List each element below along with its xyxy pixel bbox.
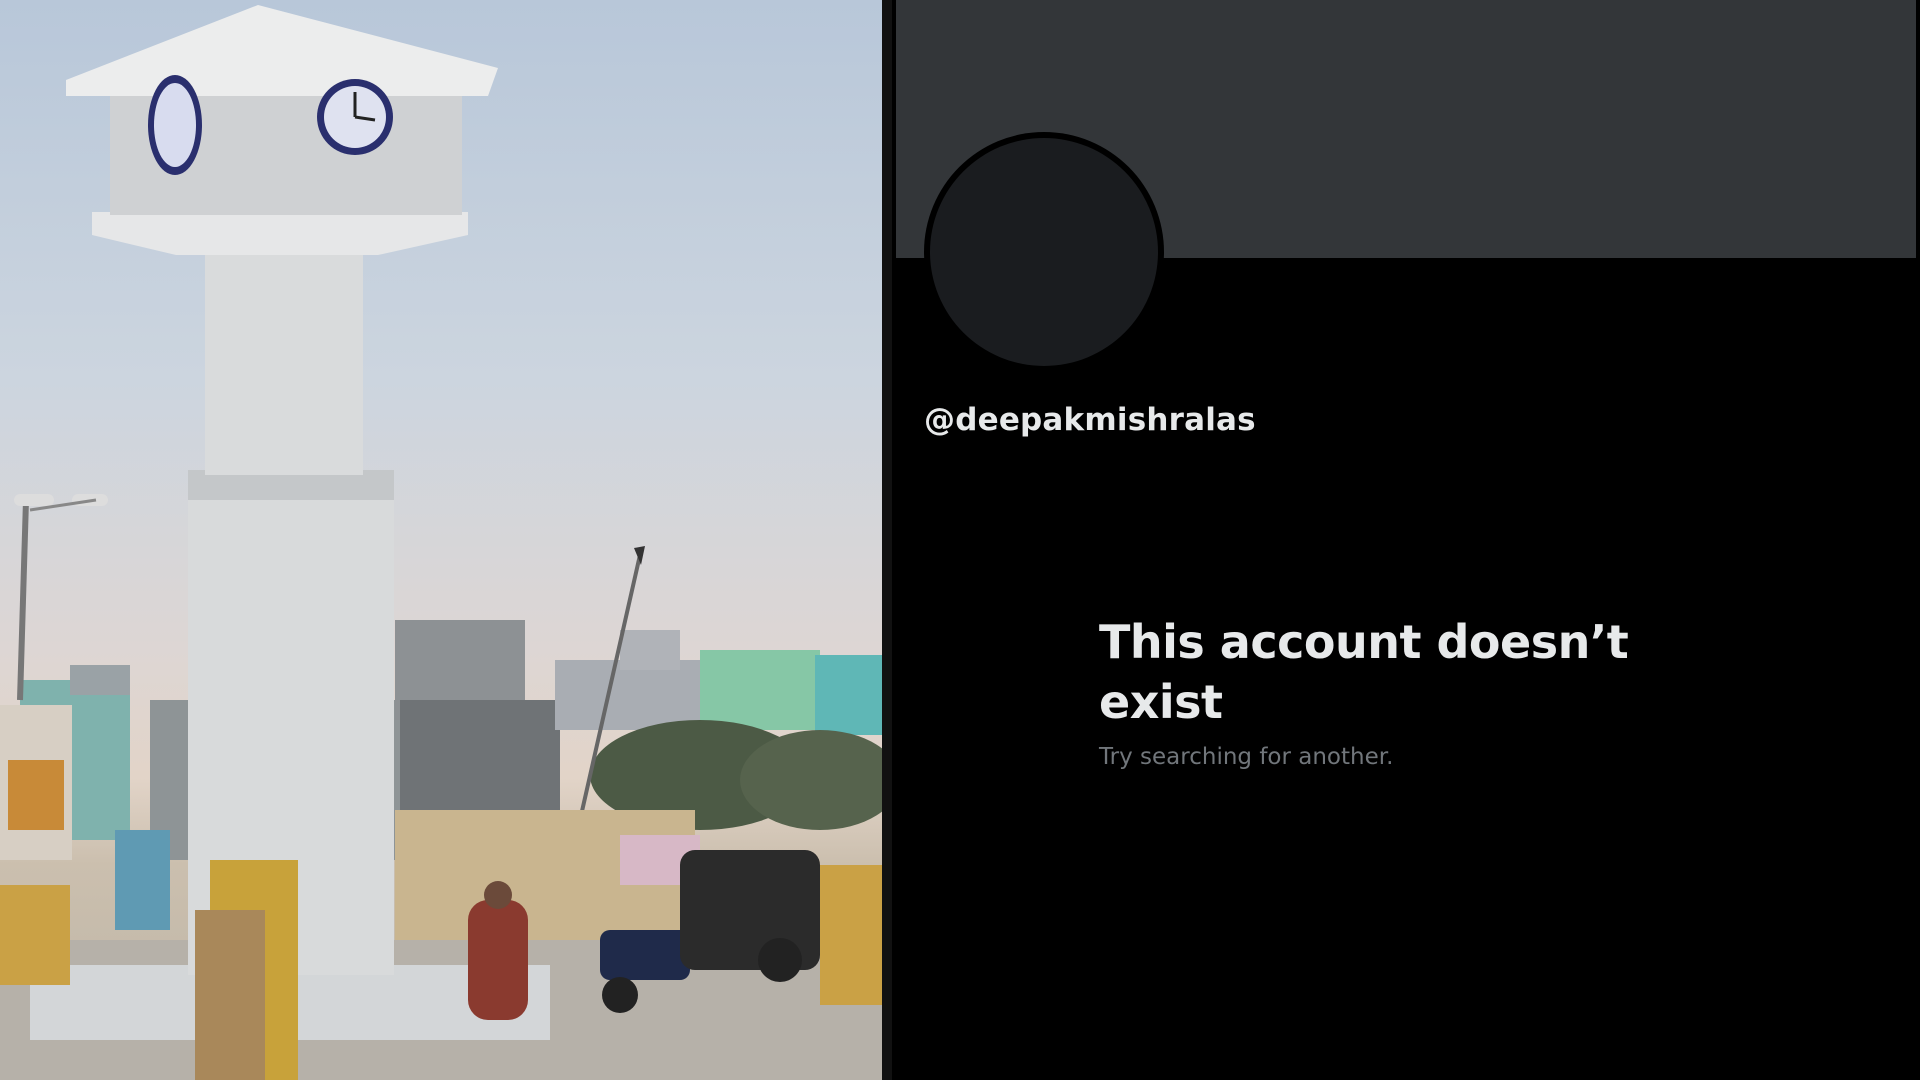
empty-state-title: This account doesn’t exist — [1099, 615, 1629, 729]
profile-avatar — [924, 132, 1164, 372]
empty-state-subtitle: Try searching for another. — [1099, 744, 1394, 770]
avatar-placeholder — [930, 138, 1158, 366]
empty-state: This account doesn’t exist Try searching… — [1099, 612, 1719, 770]
clock-tower-illustration — [0, 5, 882, 1080]
panel-divider — [882, 0, 892, 1080]
clock-tower-photo — [0, 0, 882, 1080]
profile-handle: @deepakmishralas — [924, 402, 1256, 438]
profile-panel: @deepakmishralas This account doesn’t ex… — [892, 0, 1920, 1080]
